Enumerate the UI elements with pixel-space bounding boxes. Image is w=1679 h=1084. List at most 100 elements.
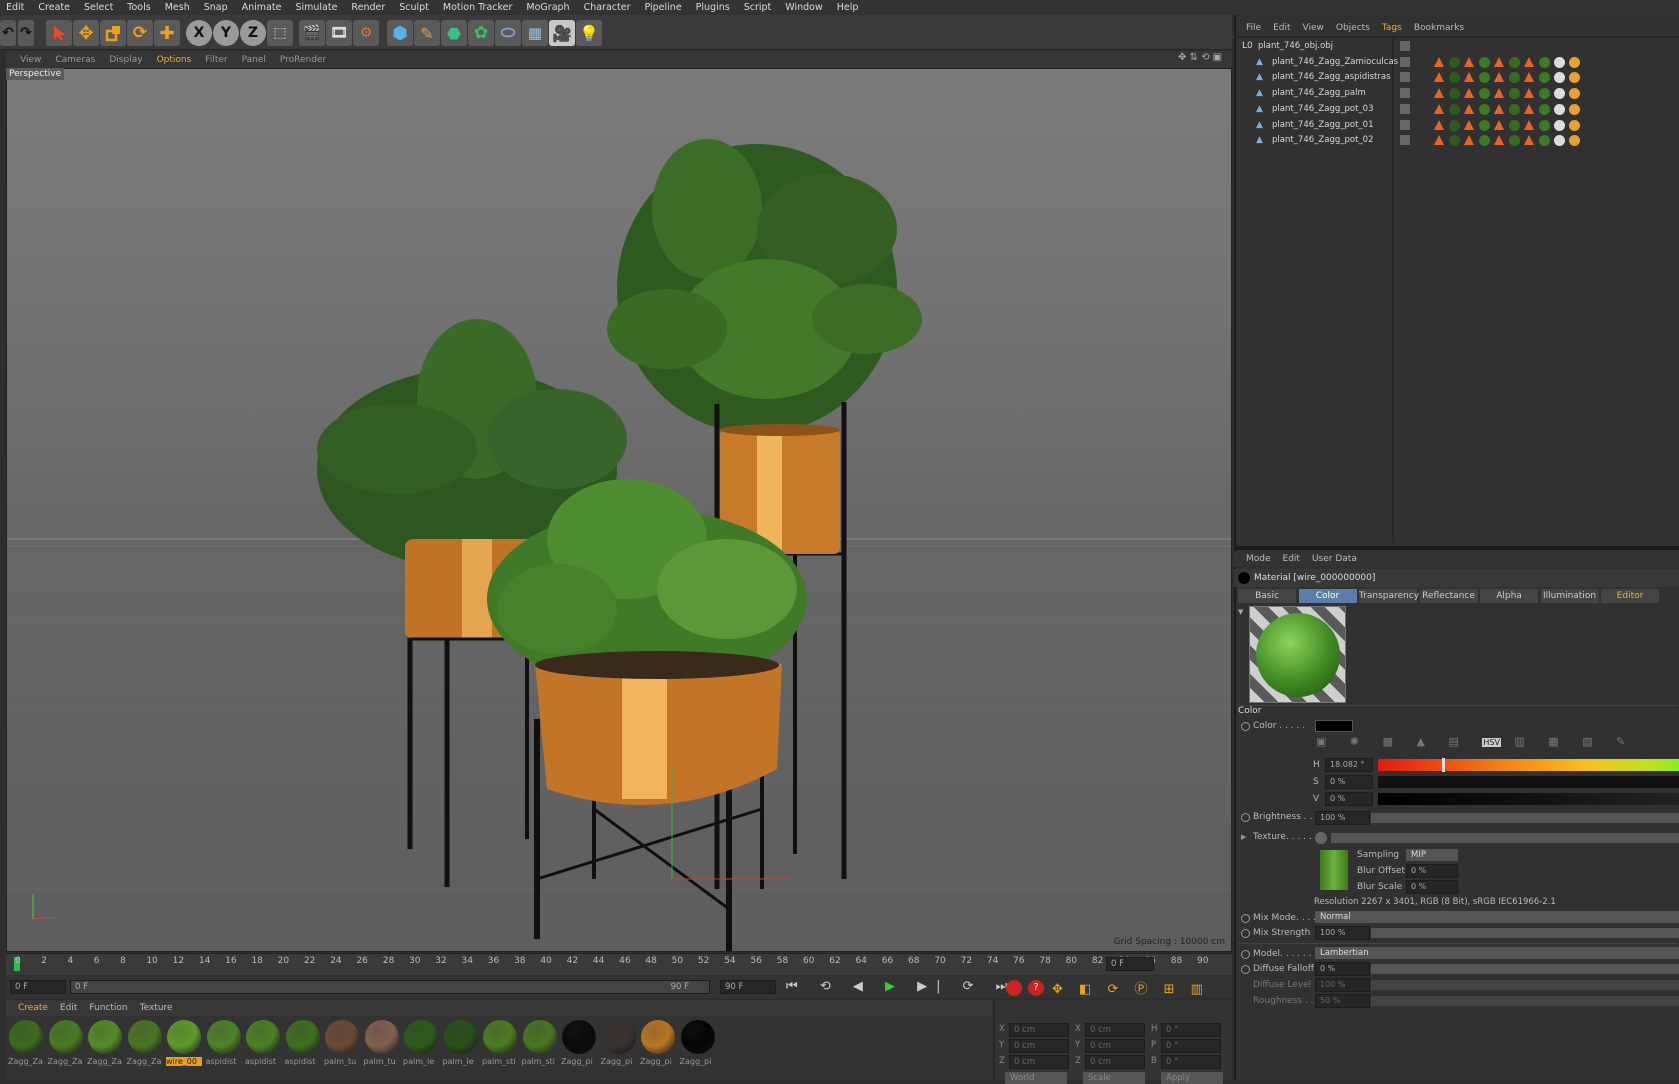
material-tag-icon[interactable]	[1449, 56, 1460, 68]
saturation-slider[interactable]	[1378, 776, 1679, 788]
world-control[interactable]: World	[1005, 1072, 1067, 1084]
attributes-menu-edit[interactable]: Edit	[1283, 554, 1300, 564]
value-field[interactable]: 0 %	[1325, 792, 1373, 806]
material-tag-icon[interactable]	[1464, 88, 1474, 99]
material-tag-icon[interactable]	[1509, 56, 1520, 68]
model-animate-icon[interactable]	[1241, 950, 1250, 959]
tab-reflectance[interactable]: Reflectance	[1419, 589, 1478, 603]
material-tag-icon[interactable]	[1449, 88, 1460, 100]
material-tag-icon[interactable]	[1539, 72, 1550, 84]
pen-spline-icon[interactable]: ✎	[414, 20, 440, 46]
visibility-toggle[interactable]	[1400, 72, 1410, 83]
object-row[interactable]: ▲ plant_746_Zagg_Zamioculcas	[1238, 55, 1678, 70]
material-tag-icon[interactable]	[1524, 72, 1534, 83]
material-tag-icon[interactable]	[1464, 56, 1474, 67]
menu-mesh[interactable]: Mesh	[165, 2, 190, 13]
material-tag-icon[interactable]	[1569, 88, 1580, 100]
transport-buttons[interactable]: ⏮ ⟲ ◀ ▶ ▶| ⟳ ⏭	[786, 979, 1016, 994]
object-row[interactable]: L0 plant_746_obj.obj	[1238, 39, 1678, 54]
mix-strength-slider[interactable]	[1371, 928, 1679, 938]
coord-field[interactable]: 0 cm	[1085, 1023, 1145, 1037]
material-ball[interactable]	[641, 1020, 675, 1054]
render-view-icon[interactable]: 🎬	[299, 20, 325, 46]
color-picker-modes[interactable]: ▣ ✺ ▩ ▲ ▤ HSV ▥ ▦ ▧ ✎	[1316, 735, 1635, 748]
material-tag-icon[interactable]	[1509, 72, 1520, 84]
material-tag-icon[interactable]	[1434, 72, 1444, 83]
material-tag-icon[interactable]	[1539, 135, 1550, 147]
object-menu-tags[interactable]: Tags	[1382, 23, 1402, 33]
material-tag-icon[interactable]	[1449, 119, 1460, 131]
material-tag-icon[interactable]	[1539, 56, 1550, 68]
blur-scale-field[interactable]: 0 %	[1406, 880, 1458, 894]
material-tag-icon[interactable]	[1494, 103, 1504, 114]
material-ball[interactable]	[562, 1020, 596, 1054]
material-tag-icon[interactable]	[1509, 88, 1520, 100]
menu-sculpt[interactable]: Sculpt	[399, 2, 429, 13]
mix-mode-animate-icon[interactable]	[1241, 914, 1250, 923]
diffuse-level-field[interactable]: 100 %	[1315, 978, 1370, 992]
material-tag-icon[interactable]	[1434, 56, 1444, 67]
texture-expand-icon[interactable]: ▶	[1241, 833, 1246, 841]
visibility-toggle[interactable]	[1400, 56, 1410, 67]
viewport-menu-panel[interactable]: Panel	[242, 55, 266, 65]
material-ball[interactable]	[285, 1020, 320, 1054]
material-tag-icon[interactable]	[1494, 135, 1504, 146]
diffuse-falloff-field[interactable]: 0 %	[1315, 962, 1370, 976]
visibility-toggle[interactable]	[1400, 119, 1410, 130]
viewport-menu-options[interactable]: Options	[157, 55, 192, 65]
object-row[interactable]: ▲ plant_746_Zagg_pot_02	[1238, 133, 1678, 148]
collapse-icon[interactable]: ▼	[1238, 608, 1243, 616]
current-frame-field[interactable]: 0 F	[10, 980, 66, 994]
object-menu-view[interactable]: View	[1303, 23, 1324, 33]
material-tag-icon[interactable]	[1464, 103, 1474, 114]
material-tag-icon[interactable]	[1554, 103, 1565, 115]
visibility-toggle[interactable]	[1400, 88, 1410, 99]
texture-path-field[interactable]	[1331, 833, 1679, 843]
viewport-navigation-icon[interactable]: ✥ ⇅ ⟲ ▣	[1178, 52, 1222, 63]
frame-range-slider[interactable]: 0 F 90 F	[70, 980, 710, 994]
object-menu-edit[interactable]: Edit	[1273, 23, 1290, 33]
undo-icon[interactable]: ↶	[0, 20, 16, 46]
menu-plugins[interactable]: Plugins	[696, 2, 730, 13]
menu-render[interactable]: Render	[351, 2, 385, 13]
record-icon[interactable]	[1006, 980, 1022, 996]
object-row[interactable]: ▲ plant_746_Zagg_aspidistras	[1238, 70, 1678, 85]
object-row[interactable]: ▲ plant_746_Zagg_pot_01	[1238, 118, 1678, 133]
brightness-field[interactable]: 100 %	[1315, 811, 1370, 825]
material-tag-icon[interactable]	[1449, 135, 1460, 147]
material-tag-icon[interactable]	[1509, 119, 1520, 131]
deformer-icon[interactable]: ⬭	[495, 20, 521, 46]
keyframe-tools[interactable]: ✥ ◧ ⟳ Ⓟ ⊞ ▥	[1052, 978, 1232, 997]
material-tag-icon[interactable]	[1569, 119, 1580, 131]
roughness-slider[interactable]	[1371, 996, 1679, 1006]
material-tag-icon[interactable]	[1464, 135, 1474, 146]
material-ball[interactable]	[680, 1020, 715, 1054]
material-ball[interactable]	[246, 1020, 280, 1054]
material-tag-icon[interactable]	[1434, 103, 1444, 114]
tab-alpha[interactable]: Alpha	[1480, 589, 1538, 603]
texture-menu-button[interactable]	[1315, 832, 1327, 844]
hue-slider-handle[interactable]	[1442, 758, 1445, 772]
mix-mode-dropdown[interactable]: Normal	[1315, 911, 1679, 923]
color-swatch[interactable]	[1315, 720, 1353, 732]
attributes-menu-user-data[interactable]: User Data	[1312, 554, 1357, 564]
tab-basic[interactable]: Basic	[1238, 589, 1296, 603]
menu-mograph[interactable]: MoGraph	[526, 2, 569, 13]
material-preview[interactable]	[1249, 606, 1346, 703]
render-settings-icon[interactable]: ⚙	[353, 20, 379, 46]
select-tool-icon[interactable]	[46, 20, 72, 46]
y-axis-lock-button[interactable]: Y	[213, 20, 239, 46]
play-icon[interactable]: ▶	[885, 979, 904, 994]
menu-character[interactable]: Character	[584, 2, 631, 13]
tab-editor[interactable]: Editor	[1601, 589, 1659, 603]
coord-field[interactable]: 0 °	[1161, 1023, 1221, 1037]
viewport-perspective[interactable]: Grid Spacing : 10000 cm	[6, 68, 1232, 952]
material-tag-icon[interactable]	[1554, 135, 1565, 147]
viewport-menu-view[interactable]: View	[20, 55, 41, 65]
model-dropdown[interactable]: Lambertian	[1315, 947, 1679, 959]
material-tag-icon[interactable]	[1494, 119, 1504, 130]
menu-script[interactable]: Script	[744, 2, 772, 13]
menu-simulate[interactable]: Simulate	[295, 2, 337, 13]
floor-icon[interactable]: ▦	[522, 20, 548, 46]
material-ball[interactable]	[443, 1020, 478, 1054]
